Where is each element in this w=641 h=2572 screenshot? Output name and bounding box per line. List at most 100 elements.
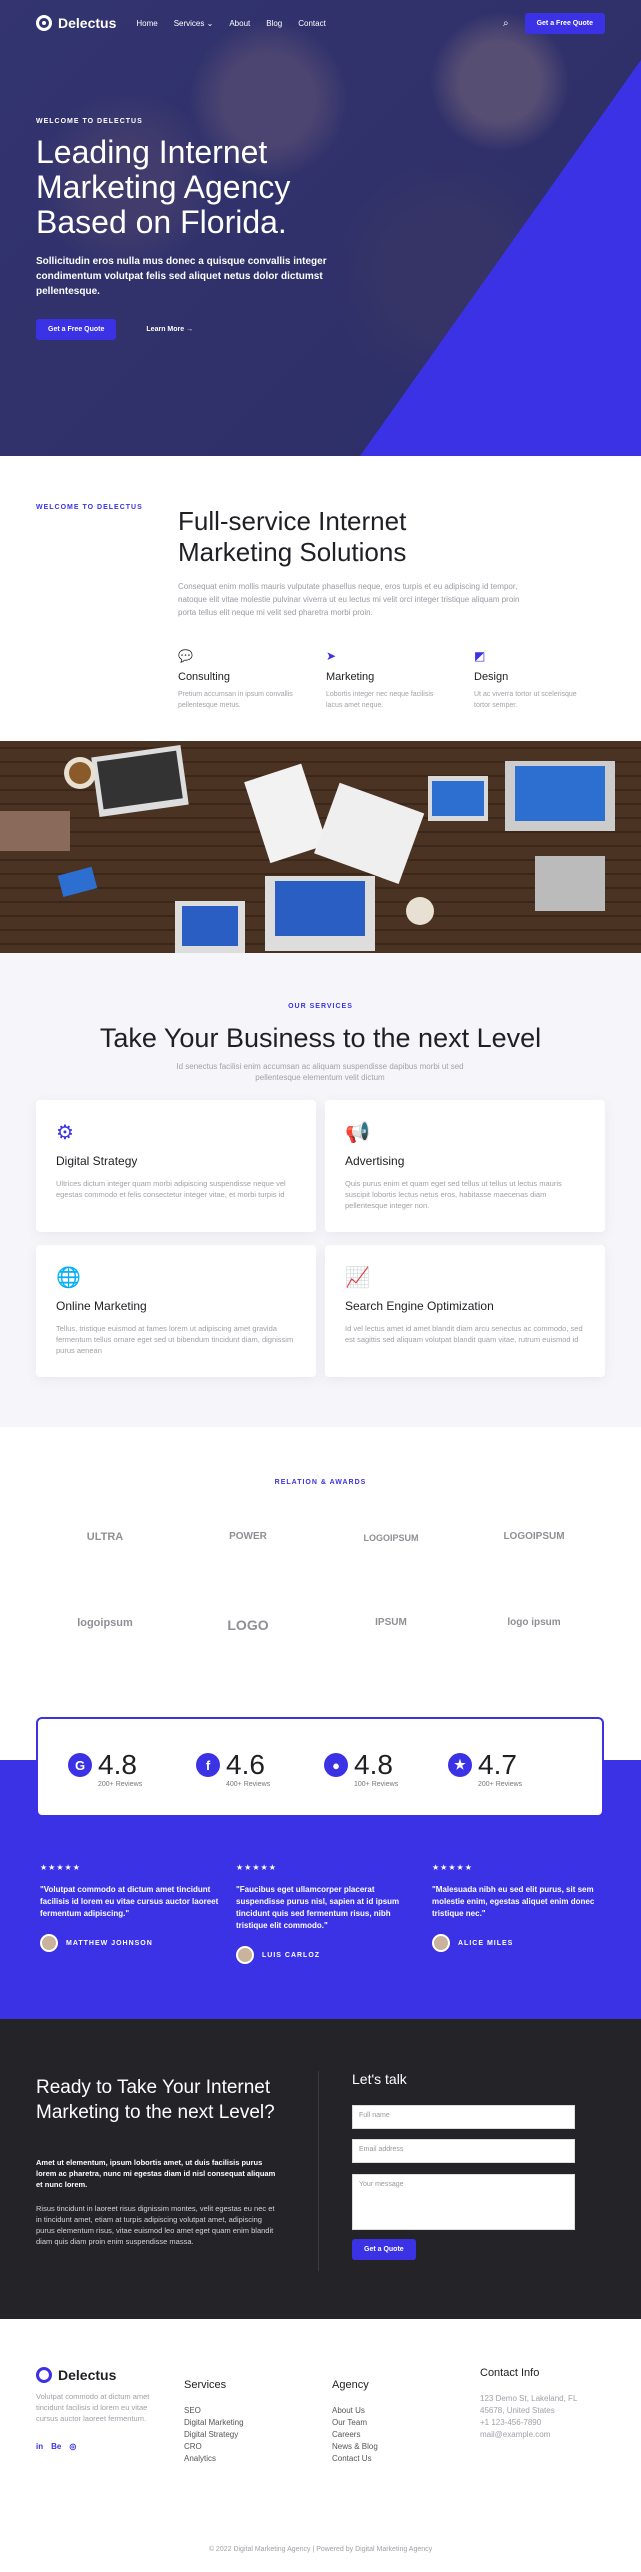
footer-brand: Delectus: [36, 2367, 116, 2383]
dribbble-icon[interactable]: ◎: [69, 2442, 76, 2451]
rating-facebook: f 4.6 400+ Reviews: [196, 1749, 270, 1788]
strategy-icon: ⚙: [56, 1122, 74, 1144]
footer-link[interactable]: Analytics: [184, 2453, 244, 2465]
main-nav: Delectus Home Services ⌄ About Blog Cont…: [0, 0, 641, 46]
avatar: [432, 1934, 450, 1952]
intro-section: WELCOME TO DELECTUS Full-service Interne…: [0, 456, 641, 741]
hero-title: Leading Internet Marketing Agency Based …: [36, 134, 291, 240]
hero-quote-button[interactable]: Get a Free Quote: [36, 319, 117, 340]
copyright: © 2022 Digital Marketing Agency | Powere…: [208, 2546, 433, 2553]
award-logo-5: logoipsum: [77, 1617, 133, 1629]
chat-icon: 💬: [178, 649, 193, 663]
arrow-right-icon: →: [186, 326, 194, 333]
footer-agency: Agency About Us Our Team Careers News & …: [332, 2379, 378, 2465]
hero-content: WELCOME TO DELECTUS Leading Internet Mar…: [36, 118, 346, 340]
awards-eyebrow: RELATION & AWARDS: [274, 1479, 367, 1486]
award-logo-7: IPSUM: [375, 1617, 407, 1628]
footer-about: Volutpat commodo at dictum amet tincidun…: [36, 2392, 150, 2423]
feature-design: ◩ Design Ut ac viverra tortor ut sceleri…: [474, 649, 594, 711]
testimonial-1: ★★★★★ "Volutpat commodo at dictum amet t…: [40, 1863, 220, 1952]
rating-location: ● 4.8 100+ Reviews: [324, 1749, 398, 1788]
footer-link[interactable]: News & Blog: [332, 2441, 378, 2453]
nav-link-blog[interactable]: Blog: [266, 19, 282, 28]
nav-link-home[interactable]: Home: [136, 19, 157, 28]
logo-icon: [36, 2367, 52, 2383]
intro-lead: Consequat enim mollis mauris vulputate p…: [178, 582, 520, 617]
star-icon: ★: [448, 1753, 472, 1777]
footer-link[interactable]: CRO: [184, 2441, 244, 2453]
linkedin-icon[interactable]: in: [36, 2442, 43, 2451]
star-rating: ★★★★★: [432, 1863, 473, 1872]
cta-text: Risus tincidunt in laoreet risus digniss…: [36, 2204, 275, 2246]
service-card-seo[interactable]: 📈 Search Engine Optimization Id vel lect…: [325, 1245, 605, 1377]
contact-cta-section: Ready to Take Your Internet Marketing to…: [0, 2019, 641, 2319]
footer-link[interactable]: SEO: [184, 2405, 244, 2417]
intro-title: Full-service Internet Marketing Solution…: [178, 506, 407, 567]
services-section: OUR SERVICES Take Your Business to the n…: [0, 953, 641, 1427]
footer-contact: Contact Info 123 Demo St, Lakeland, FL 4…: [480, 2367, 578, 2439]
award-logo-4: LOGOIPSUM: [503, 1531, 565, 1542]
services-title: Take Your Business to the next Level: [99, 1023, 542, 1053]
footer-logo[interactable]: Delectus: [36, 2367, 116, 2383]
hero-section: Delectus Home Services ⌄ About Blog Cont…: [0, 0, 641, 456]
avatar: [40, 1934, 58, 1952]
footer-link[interactable]: About Us: [332, 2405, 378, 2417]
nav-link-contact[interactable]: Contact: [298, 19, 326, 28]
search-icon[interactable]: ⌕: [503, 18, 509, 29]
site-logo[interactable]: Delectus: [36, 15, 116, 31]
hero-subtitle: Sollicitudin eros nulla mus donec a quis…: [36, 256, 327, 297]
cta-text-bold: Amet ut elementum, ipsum lobortis amet, …: [36, 2158, 276, 2189]
location-icon: ●: [324, 1753, 348, 1777]
service-card-online-marketing[interactable]: 🌐 Online Marketing Tellus, tristique eui…: [36, 1245, 316, 1377]
award-logo-8: logo ipsum: [507, 1617, 561, 1628]
design-icon: ◩: [474, 649, 486, 663]
nav-link-services[interactable]: Services ⌄: [174, 19, 214, 28]
testimonial-3: ★★★★★ "Malesuada nibh eu sed elit purus,…: [432, 1863, 612, 1952]
services-subtitle: Id senectus facilisi enim accumsan ac al…: [176, 1062, 464, 1082]
cta-title: Ready to Take Your Internet Marketing to…: [36, 2077, 275, 2123]
social-links: in Be ◎: [36, 2442, 76, 2451]
ratings-box: G 4.8 200+ Reviews f 4.6 400+ Reviews ● …: [36, 1717, 604, 1817]
globe-icon: 🌐: [56, 1267, 81, 1289]
award-logo-6: LOGO: [227, 1617, 269, 1633]
message-field[interactable]: Your message: [352, 2174, 575, 2230]
full-name-field[interactable]: Full name: [352, 2105, 575, 2129]
form-title: Let's talk: [352, 2071, 407, 2087]
footer: Delectus Volutpat commodo at dictum amet…: [0, 2319, 641, 2572]
reviews-section: G 4.8 200+ Reviews f 4.6 400+ Reviews ● …: [0, 1717, 641, 2019]
facebook-icon: f: [196, 1753, 220, 1777]
service-card-digital-strategy[interactable]: ⚙ Digital Strategy Ultrices dictum integ…: [36, 1100, 316, 1232]
service-card-advertising[interactable]: 📢 Advertising Quis purus enim et quam eg…: [325, 1100, 605, 1232]
send-icon: ➤: [326, 649, 337, 663]
chart-line-icon: 📈: [345, 1267, 370, 1289]
award-logo-1: ULTRA: [86, 1531, 124, 1543]
megaphone-icon: 📢: [345, 1122, 370, 1144]
footer-link[interactable]: Careers: [332, 2429, 378, 2441]
services-eyebrow: OUR SERVICES: [288, 1003, 353, 1010]
nav-links: Home Services ⌄ About Blog Contact: [136, 19, 325, 28]
learn-more-link[interactable]: Learn More →: [146, 326, 193, 333]
hero-eyebrow: WELCOME TO DELECTUS: [36, 118, 143, 125]
footer-link[interactable]: Digital Marketing: [184, 2417, 244, 2429]
google-icon: G: [68, 1753, 92, 1777]
behance-icon[interactable]: Be: [51, 2442, 61, 2451]
testimonial-2: ★★★★★ "Faucibus eget ullamcorper placera…: [236, 1863, 416, 1964]
divider: [318, 2071, 319, 2271]
avatar: [236, 1946, 254, 1964]
get-quote-button[interactable]: Get a Quote: [352, 2239, 416, 2260]
email-field[interactable]: Email address: [352, 2139, 575, 2163]
rating-google: G 4.8 200+ Reviews: [68, 1749, 142, 1788]
nav-quote-button[interactable]: Get a Free Quote: [524, 12, 605, 34]
award-logo-3: LOGOIPSUM: [363, 1533, 419, 1543]
footer-link[interactable]: Contact Us: [332, 2453, 378, 2465]
star-rating: ★★★★★: [236, 1863, 277, 1872]
rating-star: ★ 4.7 200+ Reviews: [448, 1749, 522, 1788]
chevron-down-icon: ⌄: [206, 18, 214, 28]
footer-link[interactable]: Digital Strategy: [184, 2429, 244, 2441]
feature-marketing: ➤ Marketing Lobortis integer nec neque f…: [326, 649, 446, 711]
footer-link[interactable]: Our Team: [332, 2417, 378, 2429]
awards-section: RELATION & AWARDS ULTRA POWER LOGOIPSUM …: [0, 1427, 641, 1717]
logo-icon: [36, 15, 52, 31]
nav-link-about[interactable]: About: [229, 19, 250, 28]
intro-eyebrow: WELCOME TO DELECTUS: [36, 504, 143, 511]
